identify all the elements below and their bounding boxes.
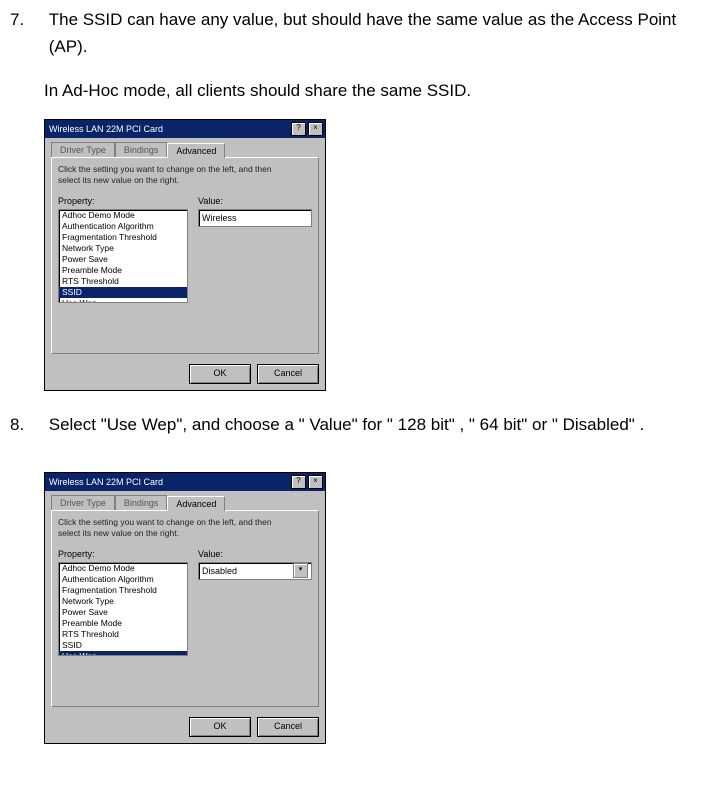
list-item[interactable]: Fragmentation Threshold <box>59 585 187 596</box>
value-combobox[interactable]: Disabled ▾ <box>198 562 312 580</box>
help-button[interactable]: ? <box>291 475 306 489</box>
property-label: Property: <box>58 549 188 559</box>
dialog-titlebar: Wireless LAN 22M PCI Card ? × <box>45 473 325 491</box>
ok-button[interactable]: OK <box>189 717 251 737</box>
list-item[interactable]: SSID <box>59 640 187 651</box>
dialog-title: Wireless LAN 22M PCI Card <box>49 477 163 487</box>
step-8: 8. Select "Use Wep", and choose a " Valu… <box>10 411 701 438</box>
value-label: Value: <box>198 549 312 559</box>
list-item[interactable]: RTS Threshold <box>59 629 187 640</box>
dialog-tabs: Driver Type Bindings Advanced <box>51 495 319 510</box>
step-7: 7. The SSID can have any value, but shou… <box>10 6 701 60</box>
cancel-button[interactable]: Cancel <box>257 364 319 384</box>
step-8-number: 8. <box>10 411 44 438</box>
help-button[interactable]: ? <box>291 122 306 136</box>
list-item[interactable]: Adhoc Demo Mode <box>59 210 187 221</box>
dialog-buttons: OK Cancel <box>45 360 325 390</box>
list-item[interactable]: Power Save <box>59 254 187 265</box>
dialog-hint: Click the setting you want to change on … <box>58 164 312 186</box>
close-button[interactable]: × <box>308 122 323 136</box>
list-item[interactable]: Adhoc Demo Mode <box>59 563 187 574</box>
dialog-title: Wireless LAN 22M PCI Card <box>49 124 163 134</box>
tab-bindings[interactable]: Bindings <box>115 495 168 510</box>
list-item[interactable]: Preamble Mode <box>59 265 187 276</box>
list-item[interactable]: Fragmentation Threshold <box>59 232 187 243</box>
list-item[interactable]: Use Wep <box>59 298 187 303</box>
step-7-text: The SSID can have any value, but should … <box>49 6 699 60</box>
list-item[interactable]: Network Type <box>59 596 187 607</box>
list-item[interactable]: Authentication Algorithm <box>59 221 187 232</box>
list-item[interactable]: RTS Threshold <box>59 276 187 287</box>
tab-driver-type[interactable]: Driver Type <box>51 142 115 157</box>
properties-dialog-wep: Wireless LAN 22M PCI Card ? × Driver Typ… <box>44 472 326 744</box>
tab-advanced[interactable]: Advanced <box>167 143 225 158</box>
list-item[interactable]: Preamble Mode <box>59 618 187 629</box>
list-item[interactable]: Network Type <box>59 243 187 254</box>
list-item[interactable]: Power Save <box>59 607 187 618</box>
step-7-text-2: In Ad-Hoc mode, all clients should share… <box>44 77 701 104</box>
list-item[interactable]: Authentication Algorithm <box>59 574 187 585</box>
tab-bindings[interactable]: Bindings <box>115 142 168 157</box>
close-button[interactable]: × <box>308 475 323 489</box>
cancel-button[interactable]: Cancel <box>257 717 319 737</box>
dialog-panel: Click the setting you want to change on … <box>51 510 319 707</box>
list-item[interactable]: Use Wep <box>59 651 187 656</box>
dialog-titlebar: Wireless LAN 22M PCI Card ? × <box>45 120 325 138</box>
tab-advanced[interactable]: Advanced <box>167 496 225 511</box>
dialog-buttons: OK Cancel <box>45 713 325 743</box>
step-8-text: Select "Use Wep", and choose a " Value" … <box>49 411 699 438</box>
step-7-number: 7. <box>10 6 44 33</box>
property-listbox[interactable]: Adhoc Demo ModeAuthentication AlgorithmF… <box>58 562 188 656</box>
dialog-tabs: Driver Type Bindings Advanced <box>51 142 319 157</box>
properties-dialog-ssid: Wireless LAN 22M PCI Card ? × Driver Typ… <box>44 119 326 391</box>
tab-driver-type[interactable]: Driver Type <box>51 495 115 510</box>
value-label: Value: <box>198 196 312 206</box>
property-listbox[interactable]: Adhoc Demo ModeAuthentication AlgorithmF… <box>58 209 188 303</box>
chevron-down-icon: ▾ <box>293 563 308 578</box>
list-item[interactable]: SSID <box>59 287 187 298</box>
dialog-panel: Click the setting you want to change on … <box>51 157 319 354</box>
dialog-hint: Click the setting you want to change on … <box>58 517 312 539</box>
ok-button[interactable]: OK <box>189 364 251 384</box>
property-label: Property: <box>58 196 188 206</box>
value-textbox[interactable]: Wireless <box>198 209 312 227</box>
